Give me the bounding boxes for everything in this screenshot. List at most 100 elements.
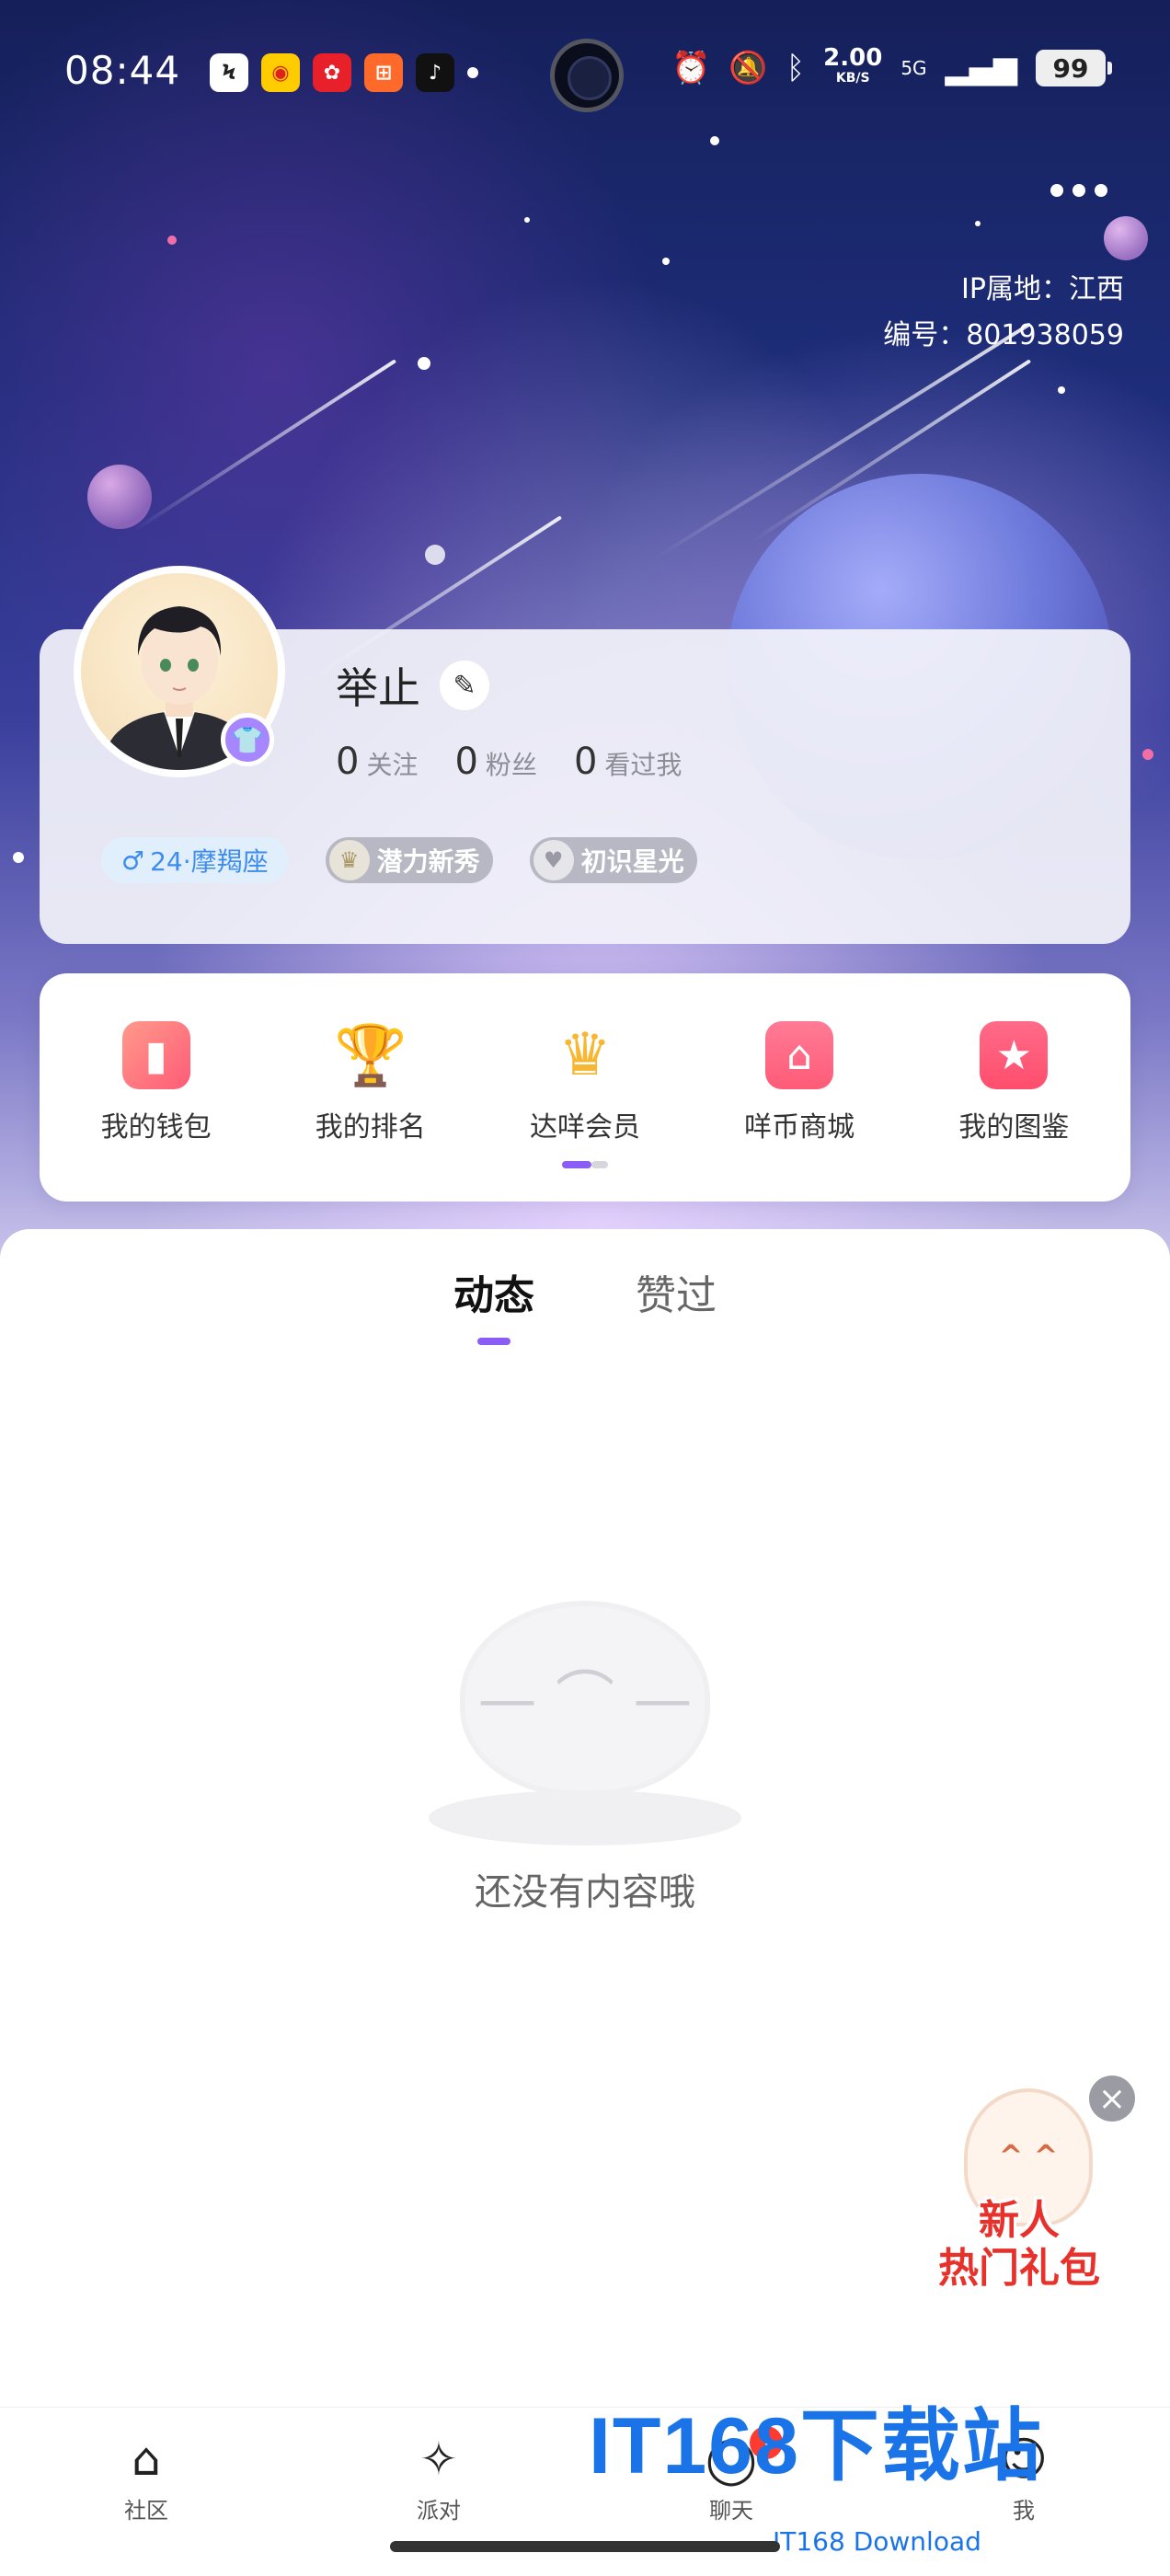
more-notifications-icon [467, 67, 478, 78]
badge-label: 潜力新秀 [376, 846, 480, 877]
more-options-button[interactable] [1050, 184, 1107, 197]
home-icon: ⌂ [132, 2432, 161, 2486]
username: 举止 [336, 663, 420, 713]
front-camera [550, 39, 624, 112]
badge-label: 初识星光 [580, 846, 684, 877]
notification-icons: Ϟ ◉ ✿ ⊞ ♪ [210, 53, 478, 92]
tab-liked[interactable]: 赞过 [636, 1262, 717, 1321]
nav-community[interactable]: ⌂ 社区 [54, 2430, 238, 2524]
planet-decoration [87, 465, 152, 529]
menu-item-label: 我的图鉴 [958, 1111, 1070, 1144]
menu-item-label: 达咩会员 [529, 1111, 640, 1144]
app-notification-icon: ⊞ [364, 53, 403, 92]
bluetooth-icon: ᛒ [786, 50, 806, 86]
page-dot [591, 1161, 608, 1168]
menu-item-label: 咩币商城 [744, 1111, 855, 1144]
quick-menu: ▮ 我的钱包 🏆 我的排名 ♛ 达咩会员 ⌂ 咩币商城 ★ 我的图鉴 [40, 1021, 1130, 1144]
network-type: 5G [900, 57, 927, 79]
alarm-icon: ⏰ [671, 50, 711, 86]
menu-item-label: 我的钱包 [100, 1111, 212, 1144]
profile-tags: ♂ 24·摩羯座 ♛ 潜力新秀 ♥ 初识星光 [101, 837, 697, 883]
shirt-badge-icon[interactable]: 👕 [221, 713, 274, 766]
star [710, 136, 719, 145]
promo-line2: 热门礼包 [938, 2245, 1100, 2292]
home-indicator[interactable] [390, 2541, 780, 2552]
stat-label: 关注 [366, 750, 419, 780]
empty-shadow [429, 1790, 741, 1846]
stat-following[interactable]: 0 关注 [336, 741, 418, 783]
status-bar: 08:44 Ϟ ◉ ✿ ⊞ ♪ ⏰ 🔕 ᛒ 2.00 KB/S 5G ▂▄▆ 9… [64, 39, 1112, 112]
network-speed: 2.00 KB/S [823, 46, 882, 88]
stat-label: 看过我 [604, 750, 682, 780]
weibo-icon: ◉ [261, 53, 300, 92]
watermark-subtitle: IT168 Download [773, 2526, 981, 2557]
crown-icon: ♛ [558, 1021, 612, 1089]
dot-icon [1095, 184, 1107, 197]
sad-face: — ⌒ — [477, 1666, 693, 1734]
profile-stats: 0 关注 0 粉丝 0 看过我 [336, 741, 682, 783]
menu-item-collection[interactable]: ★ 我的图鉴 [922, 1021, 1106, 1144]
dot-icon [1072, 184, 1085, 197]
menu-item-coin-store[interactable]: ⌂ 咩币商城 [707, 1021, 891, 1144]
quick-menu-card: ▮ 我的钱包 🏆 我的排名 ♛ 达咩会员 ⌂ 咩币商城 ★ 我的图鉴 [40, 973, 1130, 1202]
star [524, 217, 530, 223]
stat-visitors[interactable]: 0 看过我 [574, 741, 682, 783]
stat-number: 0 [454, 741, 478, 783]
wallet-icon: ▮ [121, 1021, 190, 1089]
close-icon: × [1097, 2079, 1127, 2118]
sad-sheep-icon: — ⌒ — [465, 1606, 705, 1790]
trophy-icon: 🏆 [333, 1021, 407, 1090]
heart-badge-icon: ♥ [533, 840, 574, 880]
empty-state-text: 还没有内容哦 [475, 1871, 695, 1914]
star [13, 852, 24, 863]
age-zodiac-tag: ♂ 24·摩羯座 [101, 837, 289, 883]
star [418, 357, 430, 370]
system-icons: ⏰ 🔕 ᛒ 2.00 KB/S 5G ▂▄▆ 99 [671, 46, 1112, 88]
nav-party[interactable]: ✧ 派对 [347, 2430, 531, 2524]
app-notification-icon: ✿ [313, 53, 351, 92]
mute-icon: 🔕 [728, 50, 768, 86]
badge-first-starlight[interactable]: ♥ 初识星光 [529, 837, 697, 883]
tiktok-icon: ♪ [416, 53, 454, 92]
menu-item-wallet[interactable]: ▮ 我的钱包 [64, 1021, 248, 1144]
empty-state-illustration: — ⌒ — [429, 1606, 741, 1846]
battery-icon: 99 [1036, 50, 1112, 86]
male-icon: ♂ [121, 845, 145, 876]
close-promo-button[interactable]: × [1089, 2076, 1135, 2122]
site-watermark: IT168下载站 IT168 Download [589, 2381, 1159, 2565]
menu-item-ranking[interactable]: 🏆 我的排名 [279, 1021, 463, 1144]
star [1142, 749, 1153, 760]
age-zodiac-label: 24·摩羯座 [150, 846, 269, 877]
stat-number: 0 [336, 741, 360, 783]
nav-label: 社区 [124, 2498, 168, 2524]
promo-text: 新人 热门礼包 [918, 2197, 1120, 2293]
stat-fans[interactable]: 0 粉丝 [454, 741, 536, 783]
menu-item-label: 我的排名 [315, 1111, 426, 1144]
menu-item-membership[interactable]: ♛ 达咩会员 [493, 1021, 677, 1144]
watermark-logo: IT168下载站 [589, 2402, 1043, 2490]
tab-posts[interactable]: 动态 [453, 1262, 534, 1345]
signal-icon: ▂▄▆ [945, 50, 1017, 86]
dot-icon [1050, 184, 1063, 197]
new-user-gift-promo[interactable]: 新人 热门礼包 [918, 2088, 1120, 2309]
star [1058, 386, 1065, 394]
battery-level: 99 [1052, 52, 1089, 84]
promo-line1: 新人 [979, 2197, 1060, 2244]
planet-decoration [1104, 216, 1148, 260]
bookmark-star-icon: ★ [980, 1021, 1049, 1089]
user-meta: IP属地：江西 编号：801938059 [883, 267, 1124, 359]
edit-icon: ✎ [453, 669, 476, 702]
stat-label: 粉丝 [485, 750, 537, 780]
badge-potential-newcomer[interactable]: ♛ 潜力新秀 [325, 837, 493, 883]
ip-location: IP属地：江西 [961, 273, 1124, 305]
clock: 08:44 [64, 48, 181, 93]
feed-tabs: 动态 赞过 [0, 1262, 1170, 1345]
edit-profile-button[interactable]: ✎ [440, 661, 489, 710]
page-dot-active [562, 1161, 591, 1168]
party-icon: ✧ [419, 2432, 458, 2486]
star [662, 258, 670, 265]
star [425, 545, 445, 565]
store-icon: ⌂ [765, 1021, 834, 1089]
shooting-star [132, 359, 397, 533]
menu-page-indicator [562, 1161, 608, 1168]
